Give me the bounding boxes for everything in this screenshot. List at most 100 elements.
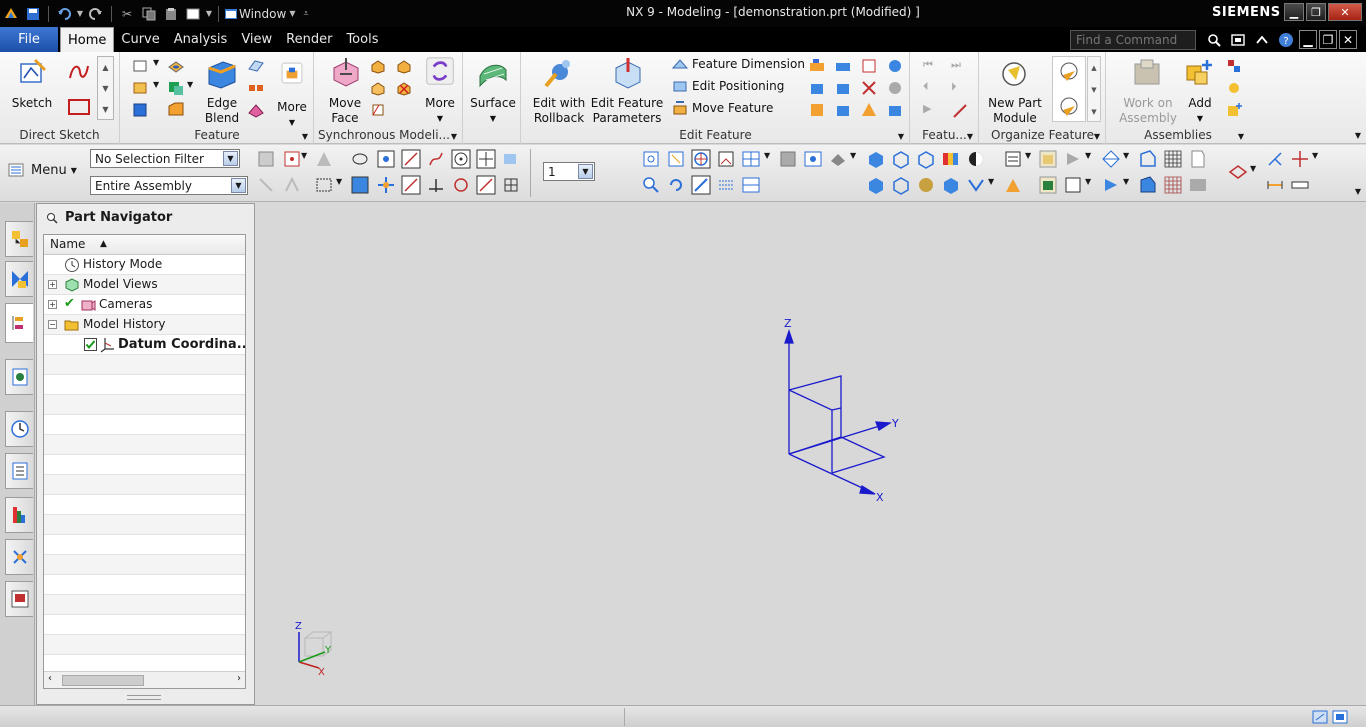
status-window-icon[interactable] <box>1312 710 1328 724</box>
shaded-icon[interactable] <box>891 149 911 169</box>
point-on-face-icon[interactable] <box>476 175 496 195</box>
feature-replay-icon[interactable]: ▶ <box>923 102 941 120</box>
organize-gallery-scroll[interactable]: ▲ ▼ ▼ <box>1087 56 1101 122</box>
clip-section-icon[interactable] <box>1063 149 1083 169</box>
cut-icon[interactable]: ✂ <box>116 4 138 24</box>
assembly-navigator-tab[interactable] <box>5 221 33 257</box>
minimize-button[interactable]: ▁ <box>1284 3 1304 21</box>
resize-blend-icon[interactable] <box>369 101 387 119</box>
previous-feature-icon[interactable]: ⏴ <box>923 80 941 98</box>
view-triad-icon[interactable] <box>716 149 736 169</box>
doc-close-button[interactable]: ✕ <box>1339 30 1357 49</box>
toolbar-options-icon[interactable]: ▼ <box>1355 187 1361 196</box>
scrollbar-thumb[interactable] <box>62 675 144 686</box>
edit-tool-icon-9[interactable] <box>808 101 826 119</box>
move-feature-button[interactable]: Move Feature <box>672 98 773 118</box>
studio-icon[interactable] <box>941 149 961 169</box>
name-column-header[interactable]: Name ▲ <box>44 235 245 255</box>
arc-center-icon[interactable] <box>451 149 471 169</box>
select-all-icon[interactable] <box>256 175 276 195</box>
edit-tool-icon-10[interactable] <box>834 101 852 119</box>
edit-tool-icon-4[interactable] <box>886 57 904 75</box>
rectangle-select-icon[interactable] <box>314 175 334 195</box>
window-dropdown-icon[interactable]: ▼ <box>289 9 295 18</box>
organize-group-menu-icon[interactable]: ▼ <box>1094 132 1100 141</box>
tab-analysis[interactable]: Analysis <box>167 27 235 52</box>
customize-quick-access-icon[interactable]: ⩡ <box>303 9 308 19</box>
scroll-right-icon[interactable]: › <box>237 673 241 684</box>
chamfer-icon[interactable] <box>167 101 185 119</box>
full-screen-icon[interactable] <box>1227 30 1249 49</box>
paste-icon[interactable] <box>160 4 182 24</box>
deselect-icon[interactable] <box>282 175 302 195</box>
tab-view[interactable]: View <box>234 27 279 52</box>
hole-icon[interactable] <box>167 57 185 75</box>
assemblies-group-menu-icon[interactable]: ▼ <box>1238 132 1244 141</box>
process-studio-tab[interactable] <box>5 453 33 489</box>
edit-section-icon[interactable] <box>1063 175 1083 195</box>
window-menu[interactable]: Window <box>239 7 286 21</box>
redo-icon[interactable] <box>85 4 107 24</box>
snap-4-icon[interactable] <box>350 175 370 195</box>
type-filter-select[interactable]: No Selection Filter ▼ <box>90 149 240 168</box>
feature-more-button[interactable]: More ▼ <box>273 56 311 130</box>
sync-group-menu-icon[interactable]: ▼ <box>451 132 457 141</box>
work-on-assembly-button[interactable]: Work on Assembly <box>1113 56 1183 126</box>
edit-tool-icon-2[interactable] <box>834 57 852 75</box>
tab-tools[interactable]: Tools <box>339 27 385 52</box>
pan-icon[interactable] <box>691 175 711 195</box>
reuse-library-tab[interactable] <box>5 359 33 395</box>
wireframe-icon[interactable] <box>916 149 936 169</box>
shell-icon[interactable] <box>131 101 149 119</box>
assembly-constraints-icon[interactable] <box>1225 57 1243 75</box>
window-icon[interactable] <box>223 4 239 24</box>
edit-feature-group-menu-icon[interactable]: ▼ <box>898 132 904 141</box>
doc-minimize-button[interactable]: ▁ <box>1299 30 1317 49</box>
grid-display-icon[interactable] <box>1163 149 1183 169</box>
constraint-navigator-tab[interactable] <box>5 261 33 297</box>
section-plane-icon[interactable] <box>1101 175 1121 195</box>
tree-item-history-mode[interactable]: History Mode <box>44 255 245 275</box>
layer-settings-icon[interactable] <box>778 149 798 169</box>
edit-tool-icon-5[interactable] <box>808 79 826 97</box>
menu-button[interactable]: Menu ▼ <box>7 162 77 178</box>
checkbox-checked-icon[interactable] <box>84 338 97 351</box>
point-on-curve-icon[interactable] <box>401 175 421 195</box>
panel-resize-grip[interactable] <box>127 695 161 700</box>
edit-tool-icon-3[interactable] <box>860 57 878 75</box>
feature-dimension-button[interactable]: Feature Dimension <box>672 54 805 74</box>
edit-positioning-button[interactable]: Edit Positioning <box>672 76 784 96</box>
next-feature-icon[interactable]: ⏵ <box>951 80 969 98</box>
edge-display-icon[interactable] <box>966 175 986 195</box>
offset-region-icon[interactable] <box>395 57 413 75</box>
hidden-wireframe-icon[interactable] <box>891 175 911 195</box>
layer-visible-icon[interactable] <box>803 149 823 169</box>
selection-scope-select[interactable]: Entire Assembly ▼ <box>90 176 248 195</box>
wcs-dropdown-icon[interactable]: ▼ <box>1312 151 1332 171</box>
show-facets-icon[interactable] <box>1138 175 1158 195</box>
snap-3-icon[interactable] <box>501 149 521 169</box>
feature-group-menu-icon[interactable]: ▼ <box>302 132 308 141</box>
snap-view-icon[interactable] <box>1228 162 1248 182</box>
edit-tool-icon-1[interactable] <box>808 57 826 75</box>
mid-point-icon[interactable] <box>426 149 446 169</box>
edit-tool-icon-11[interactable] <box>860 101 878 119</box>
partial-shading-icon[interactable] <box>941 175 961 195</box>
history-tab[interactable] <box>5 411 33 447</box>
sketch-gallery-scroll[interactable]: ▲ ▼ ▼ <box>97 56 114 120</box>
perspective-icon[interactable] <box>716 175 736 195</box>
nx-logo-icon[interactable] <box>0 4 22 24</box>
assembly-display-icon[interactable] <box>1038 149 1058 169</box>
file-menu-button[interactable]: File <box>0 27 58 52</box>
datum-csys-graphic[interactable]: Z Y X <box>256 203 1366 705</box>
measure-length-icon[interactable] <box>1290 175 1310 195</box>
sync-more-button[interactable]: More ▼ <box>421 56 459 126</box>
edit-object-display-icon[interactable] <box>1003 149 1023 169</box>
undo-dropdown-icon[interactable]: ▼ <box>75 4 85 24</box>
page-icon[interactable] <box>1188 149 1208 169</box>
tree-item-datum-csys[interactable]: Datum Coordina... <box>44 335 245 355</box>
repeat-dropdown-icon[interactable]: ▼ <box>204 4 214 24</box>
measure-distance-icon[interactable] <box>1265 175 1285 195</box>
cap-section-icon[interactable] <box>1138 149 1158 169</box>
collapse-icon[interactable]: − <box>48 320 57 329</box>
